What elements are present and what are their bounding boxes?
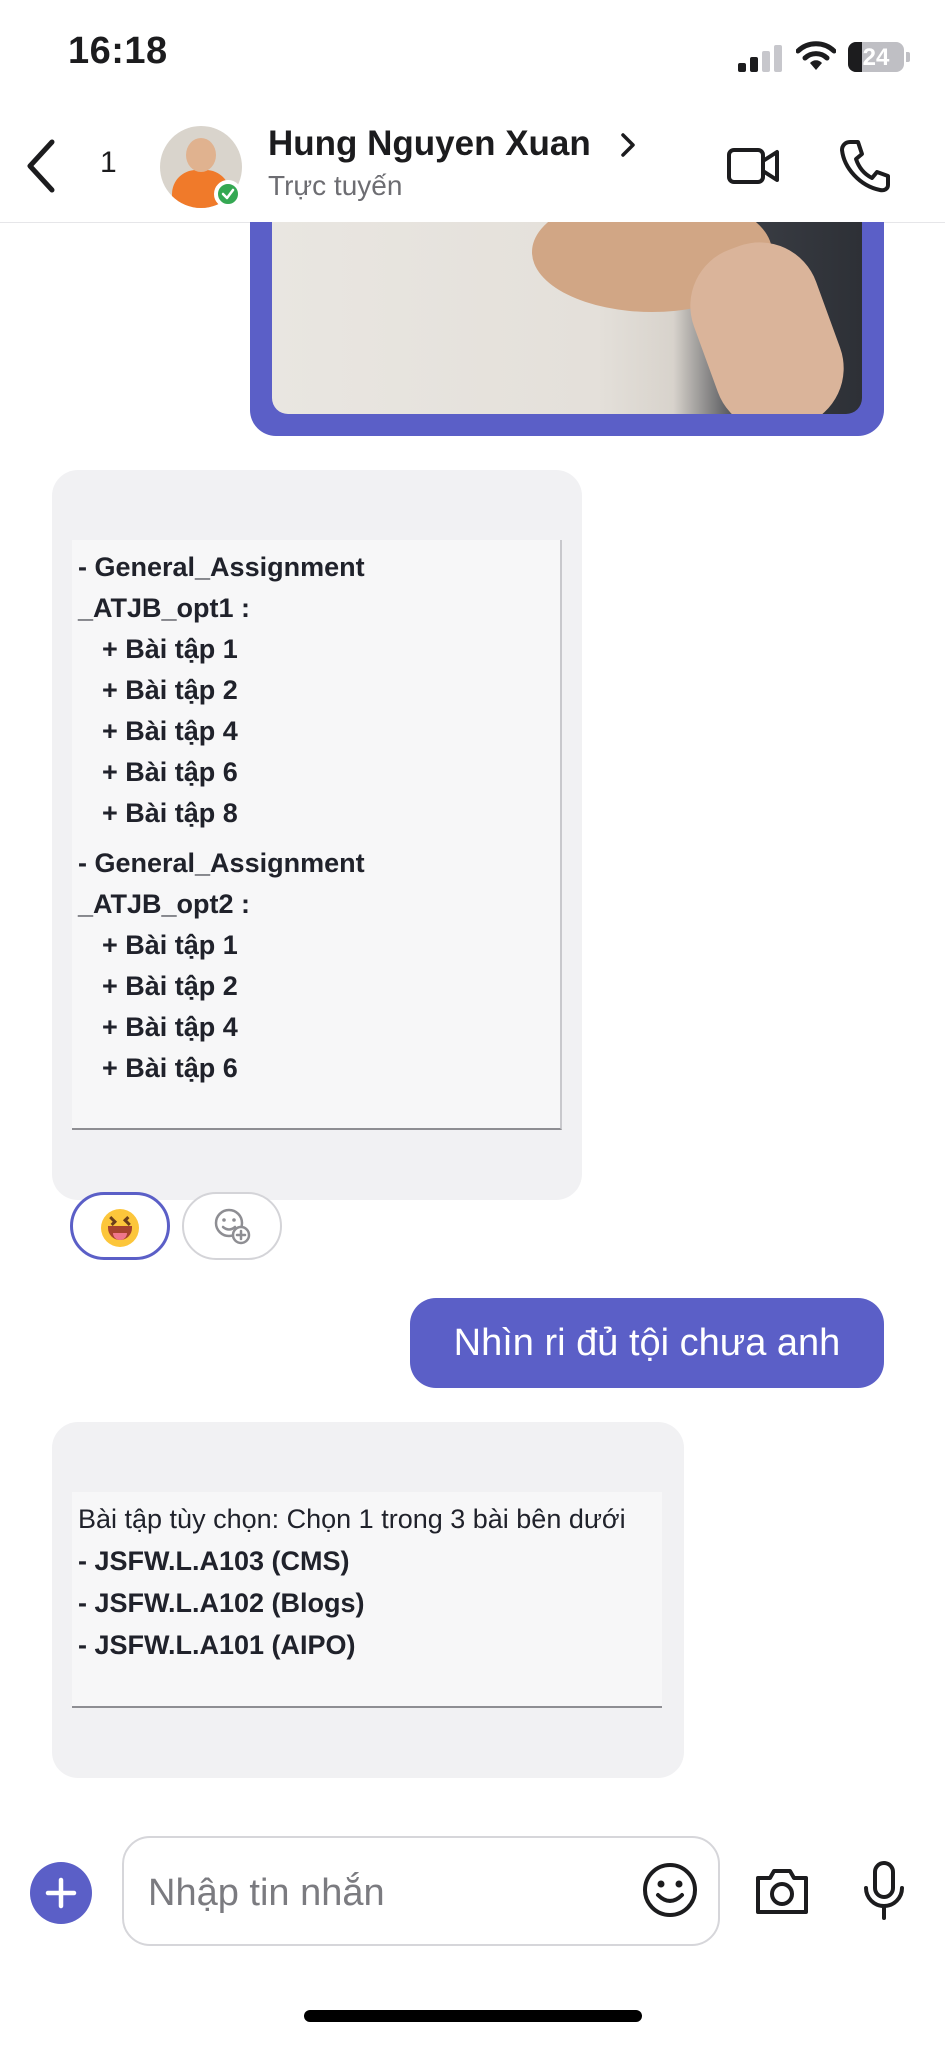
chevron-right-icon[interactable] [618, 130, 638, 160]
unread-count[interactable]: 1 [100, 146, 117, 180]
video-call-icon[interactable] [726, 144, 780, 188]
battery-tip [906, 52, 910, 62]
microphone-icon[interactable] [862, 1860, 906, 1922]
presence-badge [214, 180, 242, 208]
list-item: - General_Assignment [78, 848, 365, 878]
message-input-box[interactable] [122, 1836, 720, 1946]
status-time: 16:18 [68, 30, 168, 72]
message-input[interactable] [146, 1862, 610, 1924]
list-item: Bài tập tùy chọn: Chọn 1 trong 3 bài bên… [78, 1504, 626, 1534]
list-item: - General_Assignment [78, 552, 365, 582]
list-item: + Bài tập 2 [102, 675, 238, 705]
list-item: + Bài tập 2 [102, 971, 238, 1001]
list-item: + Bài tập 4 [102, 716, 238, 746]
outgoing-message[interactable]: Nhìn ri đủ tội chưa anh [410, 1298, 884, 1388]
contact-name[interactable]: Hung Nguyen Xuan [268, 124, 591, 164]
list-item: + Bài tập 1 [102, 634, 238, 664]
camera-icon[interactable] [752, 1864, 812, 1918]
list-item: + Bài tập 8 [102, 798, 238, 828]
battery-level: 24 [862, 44, 890, 71]
reaction-chip[interactable] [70, 1192, 170, 1260]
image-message[interactable] [250, 222, 884, 436]
list-item: _ATJB_opt2 : [78, 889, 251, 919]
list-item: _ATJB_opt1 : [78, 593, 251, 623]
document-preview: - General_Assignment _ATJB_opt1 : + Bài … [72, 540, 562, 1130]
photo[interactable] [272, 222, 862, 414]
emoji-icon[interactable] [640, 1860, 700, 1920]
add-reaction-button[interactable] [182, 1192, 282, 1260]
list-item: + Bài tập 4 [102, 1012, 238, 1042]
phone-call-icon[interactable] [838, 138, 890, 194]
contact-status: Trực tuyến [268, 170, 403, 201]
signal-icon [738, 44, 784, 72]
home-indicator [304, 2010, 642, 2022]
list-item: - JSFW.L.A102 (Blogs) [78, 1588, 365, 1618]
list-item: - JSFW.L.A101 (AIPO) [78, 1630, 356, 1660]
list-item: + Bài tập 1 [102, 930, 238, 960]
add-reaction-icon [214, 1208, 251, 1245]
plus-icon [45, 1877, 77, 1909]
list-item: - JSFW.L.A103 (CMS) [78, 1546, 350, 1576]
document-preview: Bài tập tùy chọn: Chọn 1 trong 3 bài bên… [72, 1492, 662, 1708]
incoming-message-card[interactable]: Bài tập tùy chọn: Chọn 1 trong 3 bài bên… [52, 1422, 684, 1778]
plus-button[interactable] [30, 1862, 92, 1924]
incoming-message-card[interactable]: - General_Assignment _ATJB_opt1 : + Bài … [52, 470, 582, 1200]
chevron-left-icon[interactable] [22, 138, 62, 194]
list-item: + Bài tập 6 [102, 757, 238, 787]
wifi-icon [796, 41, 836, 70]
list-item: + Bài tập 6 [102, 1053, 238, 1083]
battery-icon: 24 [848, 42, 904, 72]
laughing-emoji-icon [101, 1209, 139, 1247]
